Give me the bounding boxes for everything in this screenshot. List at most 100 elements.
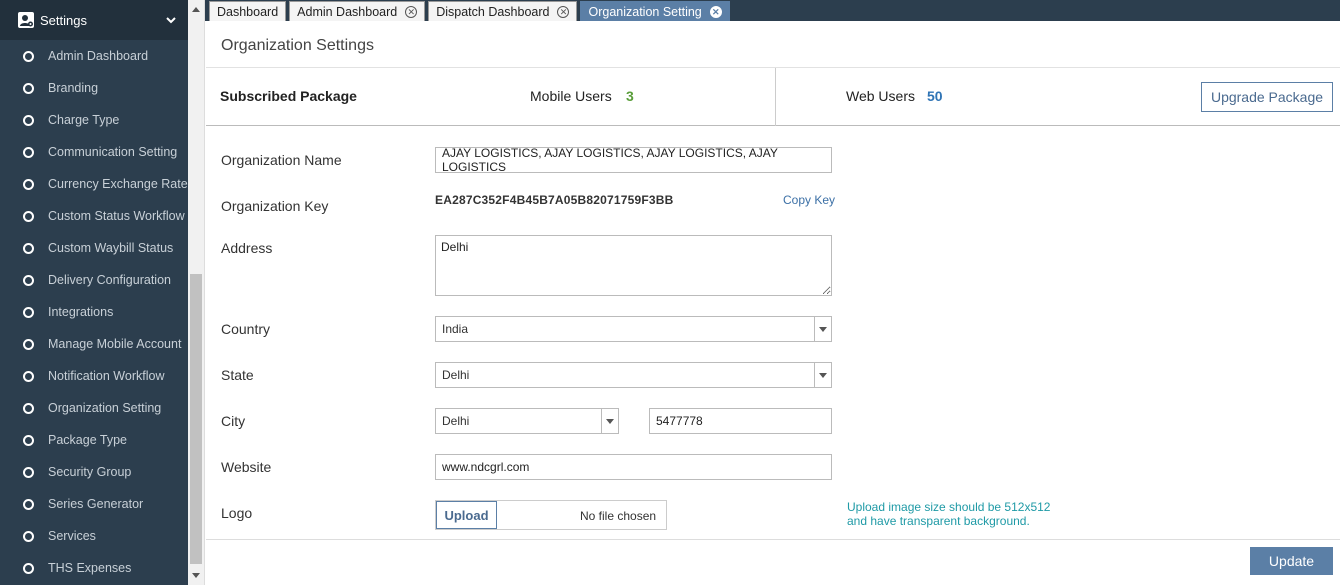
sidebar-item-label: Currency Exchange Rate — [48, 177, 188, 191]
mobile-users-label: Mobile Users — [530, 88, 612, 104]
subscribed-package-label: Subscribed Package — [220, 88, 357, 104]
organization-name-label: Organization Name — [221, 152, 342, 168]
tab-bar: Dashboard Admin Dashboard ✕ Dispatch Dash… — [205, 0, 1340, 21]
upgrade-package-button[interactable]: Upgrade Package — [1201, 82, 1333, 112]
sidebar-item-organization-setting[interactable]: Organization Setting — [0, 392, 188, 424]
tab-label: Dashboard — [217, 4, 279, 19]
website-label: Website — [221, 459, 272, 475]
circle-icon — [23, 178, 34, 190]
sidebar-item-communication-setting[interactable]: Communication Setting — [0, 136, 188, 168]
sidebar-item-manage-mobile-account[interactable]: Manage Mobile Account — [0, 328, 188, 360]
sidebar-header-settings[interactable]: Settings — [0, 0, 188, 40]
sidebar-item-label: THS Expenses — [48, 561, 132, 575]
tab-label: Dispatch Dashboard — [436, 4, 550, 19]
state-selected-value: Delhi — [442, 368, 470, 382]
sidebar-item-label: Branding — [48, 81, 99, 95]
sidebar-item-label: Manage Mobile Account — [48, 337, 182, 351]
sidebar-item-custom-waybill-status[interactable]: Custom Waybill Status — [0, 232, 188, 264]
web-users-label: Web Users — [846, 88, 915, 104]
tab-label: Admin Dashboard — [297, 4, 398, 19]
circle-icon — [23, 210, 34, 222]
web-users-count: 50 — [927, 88, 943, 104]
sidebar-item-admin-dashboard[interactable]: Admin Dashboard — [0, 40, 188, 72]
city-select[interactable]: Delhi — [435, 408, 619, 434]
copy-key-link[interactable]: Copy Key — [783, 193, 835, 207]
sidebar-item-services[interactable]: Services — [0, 520, 188, 552]
address-label: Address — [221, 240, 273, 256]
circle-icon — [23, 402, 34, 414]
tab-organization-setting[interactable]: Organization Setting ✕ — [580, 1, 730, 21]
scrollbar-thumb[interactable] — [190, 274, 202, 564]
circle-icon — [23, 466, 34, 478]
close-icon[interactable]: ✕ — [557, 5, 570, 18]
sidebar-item-package-type[interactable]: Package Type — [0, 424, 188, 456]
sidebar-item-branding[interactable]: Branding — [0, 72, 188, 104]
chevron-down-icon[interactable] — [166, 13, 176, 27]
form-footer: Update — [206, 539, 1340, 585]
state-label: State — [221, 367, 254, 383]
sidebar-item-label: Organization Setting — [48, 401, 162, 415]
tab-admin-dashboard[interactable]: Admin Dashboard ✕ — [289, 1, 426, 21]
circle-icon — [23, 530, 34, 542]
sidebar-item-label: Services — [48, 529, 96, 543]
sidebar-header-label: Settings — [40, 12, 87, 28]
circle-icon — [23, 498, 34, 510]
scroll-up-arrow-icon[interactable] — [192, 7, 200, 12]
divider — [775, 68, 776, 126]
sidebar-item-security-group[interactable]: Security Group — [0, 456, 188, 488]
sidebar-item-label: Security Group — [48, 465, 132, 479]
dropdown-arrow-icon[interactable] — [814, 363, 831, 387]
city-label: City — [221, 413, 246, 429]
sidebar-item-label: Integrations — [48, 305, 114, 319]
website-input[interactable]: www.ndcgrl.com — [435, 454, 832, 480]
page-title: Organization Settings — [221, 37, 374, 54]
sidebar-item-custom-status-workflow[interactable]: Custom Status Workflow — [0, 200, 188, 232]
organization-name-input[interactable]: AJAY LOGISTICS, AJAY LOGISTICS, AJAY LOG… — [435, 146, 832, 174]
circle-icon — [23, 338, 34, 350]
sidebar-item-ths-expenses[interactable]: THS Expenses — [0, 552, 188, 584]
dropdown-arrow-icon[interactable] — [814, 317, 831, 341]
sidebar-scrollbar[interactable] — [188, 0, 205, 585]
sidebar-item-label: Communication Setting — [48, 145, 178, 159]
circle-icon — [23, 114, 34, 126]
tab-dashboard[interactable]: Dashboard — [209, 1, 287, 21]
sidebar-item-series-generator[interactable]: Series Generator — [0, 488, 188, 520]
package-summary: Subscribed Package Mobile Users 3 Web Us… — [206, 67, 1340, 126]
close-icon[interactable]: ✕ — [709, 5, 722, 18]
sidebar-item-label: Custom Status Workflow — [48, 209, 185, 223]
circle-icon — [23, 434, 34, 446]
sidebar-item-charge-type[interactable]: Charge Type — [0, 104, 188, 136]
state-select[interactable]: Delhi — [435, 362, 832, 388]
circle-icon — [23, 82, 34, 94]
logo-file-input[interactable]: Upload No file chosen — [435, 500, 667, 530]
pincode-input[interactable]: 5477778 — [649, 408, 832, 434]
logo-label: Logo — [221, 505, 253, 521]
sidebar-item-label: Delivery Configuration — [48, 273, 171, 287]
dropdown-arrow-icon[interactable] — [601, 409, 618, 433]
circle-icon — [23, 274, 34, 286]
upload-hint: Upload image size should be 512x512 and … — [847, 500, 1067, 528]
city-selected-value: Delhi — [442, 414, 470, 428]
tab-label: Organization Setting — [588, 4, 702, 19]
circle-icon — [23, 562, 34, 574]
main-content: Organization Settings Subscribed Package… — [206, 21, 1340, 585]
update-button[interactable]: Update — [1250, 547, 1333, 575]
sidebar-item-currency-exchange-rate[interactable]: Currency Exchange Rate — [0, 168, 188, 200]
upload-button[interactable]: Upload — [436, 501, 497, 529]
close-icon[interactable]: ✕ — [405, 5, 418, 18]
sidebar-item-notification-workflow[interactable]: Notification Workflow — [0, 360, 188, 392]
address-textarea[interactable]: Delhi — [435, 235, 832, 296]
sidebar-item-label: Series Generator — [48, 497, 144, 511]
country-label: Country — [221, 321, 271, 337]
tab-dispatch-dashboard[interactable]: Dispatch Dashboard ✕ — [428, 1, 578, 21]
scroll-down-arrow-icon[interactable] — [192, 573, 200, 578]
country-select[interactable]: India — [435, 316, 832, 342]
organization-key-value: EA287C352F4B45B7A05B82071759F3BB — [435, 193, 674, 207]
sidebar-item-integrations[interactable]: Integrations — [0, 296, 188, 328]
sidebar-item-label: Admin Dashboard — [48, 49, 149, 63]
circle-icon — [23, 370, 34, 382]
sidebar-item-delivery-configuration[interactable]: Delivery Configuration — [0, 264, 188, 296]
upload-hint-line-1: Upload image size should be 512x512 — [847, 500, 1051, 514]
mobile-users-count: 3 — [626, 88, 634, 104]
circle-icon — [23, 242, 34, 254]
